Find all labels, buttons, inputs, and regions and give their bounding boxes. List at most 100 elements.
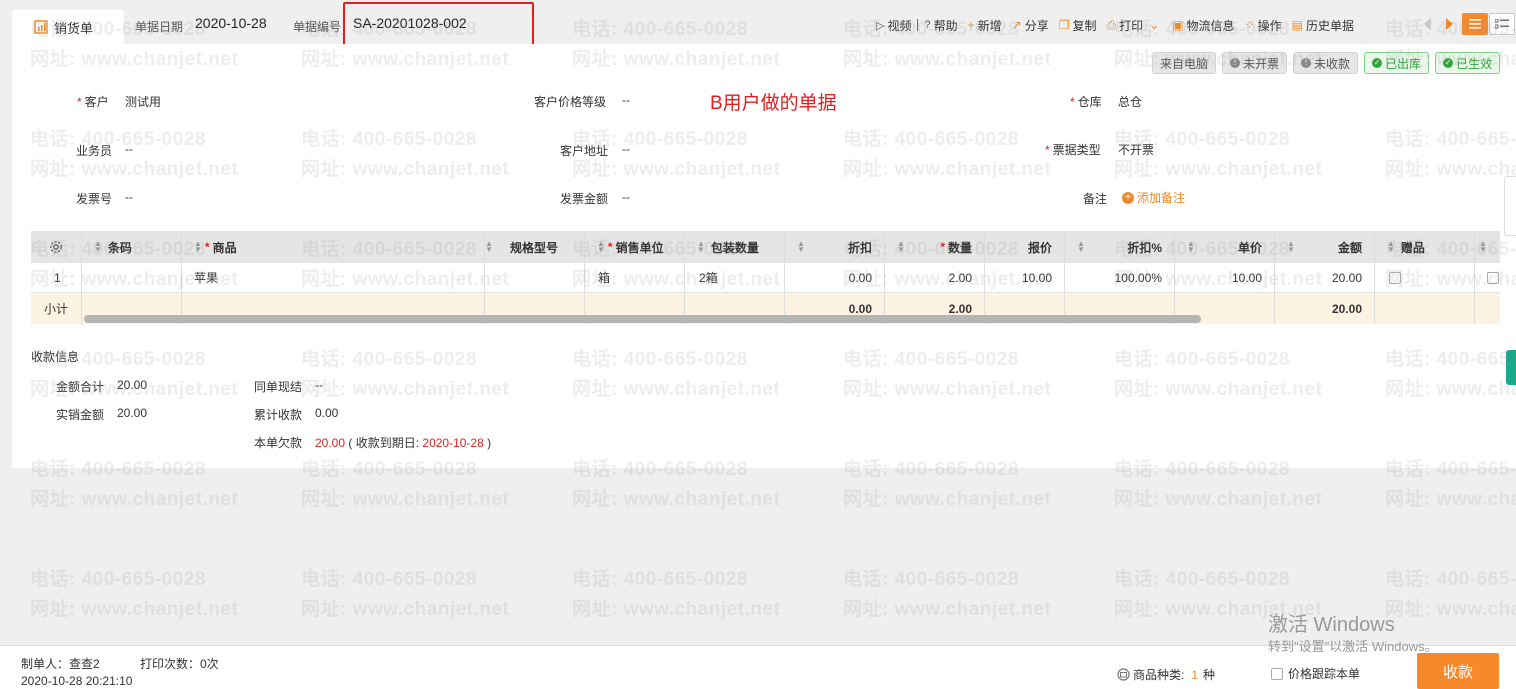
header-discount-pct[interactable]: ▲ ▼ 折扣%: [1065, 231, 1175, 263]
sort-icon[interactable]: ▲ ▼: [1387, 240, 1395, 254]
header-amount[interactable]: ▲ ▼ 金额: [1275, 231, 1375, 263]
help-button[interactable]: ? 帮助: [924, 17, 957, 34]
logistics-button[interactable]: ▣ 物流信息: [1172, 17, 1234, 34]
salesman-label: 业务员: [76, 144, 113, 158]
product-kinds-label: 商品种类:: [1133, 668, 1185, 682]
effective-badge: ✓ 已生效: [1435, 52, 1501, 74]
invoice-no-value[interactable]: --: [125, 190, 133, 204]
next-arrow-icon[interactable]: [1446, 18, 1453, 30]
new-button[interactable]: + 新增: [968, 17, 1002, 34]
price-track-checkbox[interactable]: [1271, 667, 1283, 680]
cell-barcode[interactable]: [82, 263, 182, 292]
cell-quote[interactable]: 10.00: [985, 263, 1065, 292]
sort-icon[interactable]: ▲ ▼: [597, 240, 605, 254]
total-label: 金额合计: [56, 380, 105, 394]
history-button[interactable]: ▤ 历史单据: [1292, 17, 1354, 34]
header-spec[interactable]: ▲ ▼ 规格型号: [485, 231, 585, 263]
horizontal-scrollbar[interactable]: [84, 315, 1201, 323]
video-button[interactable]: ▷ 视频: [876, 17, 911, 34]
cell-unit[interactable]: 箱: [585, 263, 685, 292]
watermark-phone: 电话: 400-665-0028: [1114, 569, 1290, 590]
table-row[interactable]: 1 苹果 箱 2箱 0.00 2.00 10.00 100.00% 10.00 …: [31, 263, 1500, 293]
cell-discount[interactable]: 0.00: [785, 263, 885, 292]
header-more[interactable]: ▲ ▼: [1475, 231, 1500, 263]
detail-view-button[interactable]: [1489, 13, 1515, 35]
header-pack-qty[interactable]: ▲ ▼ 包装数量: [685, 231, 785, 263]
cell-qty[interactable]: 2.00: [885, 263, 985, 292]
collect-button[interactable]: 收款: [1417, 653, 1499, 689]
product-kinds: 商品种类: 1 种: [1117, 666, 1215, 683]
sort-icon[interactable]: ▲ ▼: [94, 240, 102, 254]
list-view-button[interactable]: [1462, 13, 1488, 35]
add-remark-button[interactable]: + 添加备注: [1122, 189, 1185, 206]
cell-unit-price[interactable]: 10.00: [1175, 263, 1275, 292]
chevron-down-icon[interactable]: ⌄: [1149, 18, 1159, 32]
date-value[interactable]: 2020-10-28: [195, 15, 267, 31]
sort-icon[interactable]: ▲ ▼: [1077, 240, 1085, 254]
cell-product[interactable]: 苹果: [182, 263, 485, 292]
header-unit[interactable]: ▲ ▼ * 销售单位: [585, 231, 685, 263]
cell-amount[interactable]: 20.00: [1275, 263, 1375, 292]
more-checkbox[interactable]: [1487, 271, 1499, 284]
detail-list-icon: [1495, 19, 1509, 29]
prev-arrow-icon[interactable]: [1424, 18, 1431, 30]
side-panel-handle[interactable]: [1504, 176, 1516, 236]
address-label: 客户地址: [560, 144, 609, 158]
annotation-text: B用户做的单据: [710, 93, 837, 114]
sort-icon[interactable]: ▲ ▼: [194, 240, 202, 254]
tab-label: 销货单: [54, 20, 94, 36]
header-product[interactable]: ▲ ▼ * 商品: [182, 231, 485, 263]
header-unit-price[interactable]: ▲ ▼ 单价: [1175, 231, 1275, 263]
windows-activation-hint: 转到"设置"以激活 Windows。: [1268, 639, 1438, 654]
cell-spec[interactable]: [485, 263, 585, 292]
price-track-option[interactable]: 价格跟踪本单: [1271, 665, 1360, 682]
cell-more[interactable]: [1475, 263, 1500, 292]
sort-icon[interactable]: ▲ ▼: [1479, 240, 1487, 254]
watermark-phone: 电话: 400-665-0028: [843, 569, 1019, 590]
warehouse-value[interactable]: 总仓: [1118, 93, 1142, 110]
header-gift[interactable]: ▲ ▼ 赠品: [1375, 231, 1475, 263]
printer-icon: ⎙: [1106, 17, 1117, 32]
truck-icon: ▣: [1172, 18, 1184, 32]
cell-gift[interactable]: [1375, 263, 1475, 292]
new-label: 新增: [977, 18, 1002, 33]
watermark-phone: 电话: 400-665-0028: [30, 569, 206, 590]
header-product-label: 商品: [212, 240, 237, 255]
chart-icon: [34, 20, 48, 34]
invoice-status-label: 未开票: [1243, 56, 1280, 71]
price-level-value[interactable]: --: [622, 93, 630, 107]
header-quote[interactable]: 报价: [985, 231, 1065, 263]
cell-discount-pct[interactable]: 100.00%: [1065, 263, 1175, 292]
share-button[interactable]: ↗ 分享: [1012, 17, 1049, 34]
plus-icon: +: [1122, 191, 1134, 204]
check-icon: ✓: [1443, 58, 1454, 68]
header-barcode[interactable]: ▲ ▼ 条码: [82, 231, 182, 263]
print-button[interactable]: ⎙ 打印 ⌄: [1107, 17, 1163, 34]
header-qty[interactable]: ▲ ▼ * 数量: [885, 231, 985, 263]
sort-icon[interactable]: ▲ ▼: [1287, 240, 1295, 254]
header-discount[interactable]: ▲ ▼ 折扣: [785, 231, 885, 263]
exclamation-icon: !: [1230, 58, 1241, 68]
sort-icon[interactable]: ▲ ▼: [697, 240, 705, 254]
sort-icon[interactable]: ▲ ▼: [797, 240, 805, 254]
salesman-value[interactable]: --: [125, 142, 133, 156]
bill-type-value[interactable]: 不开票: [1118, 141, 1154, 158]
address-value[interactable]: --: [622, 142, 630, 156]
sort-icon[interactable]: ▲ ▼: [1187, 240, 1195, 254]
operate-button[interactable]: ⁘ 操作: [1245, 17, 1282, 34]
sort-icon[interactable]: ▲ ▼: [897, 240, 905, 254]
tab-sales-order[interactable]: 销货单: [12, 10, 124, 44]
side-float-button[interactable]: [1506, 350, 1516, 385]
watermark-phone: 电话: 400-665-0028: [301, 569, 477, 590]
column-settings-button[interactable]: [31, 231, 82, 263]
divider: [917, 19, 919, 31]
question-icon: ?: [924, 19, 931, 31]
gift-checkbox[interactable]: [1389, 271, 1401, 284]
copy-button[interactable]: ❐ 复制: [1059, 17, 1097, 34]
sort-icon[interactable]: ▲ ▼: [485, 240, 493, 254]
stock-out-label: 已出库: [1385, 56, 1422, 71]
invoice-amount-value[interactable]: --: [622, 190, 630, 204]
customer-value[interactable]: 测试用: [125, 93, 161, 110]
cell-pack-qty[interactable]: 2箱: [685, 263, 785, 292]
watermark-site: 网址: www.chanjet.net: [301, 489, 510, 510]
